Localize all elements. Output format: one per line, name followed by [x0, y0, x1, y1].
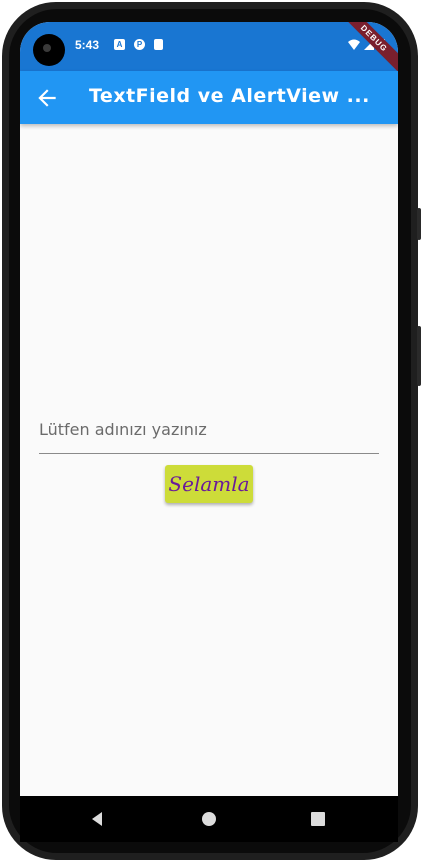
- front-camera: [33, 34, 65, 66]
- navigation-bar: [20, 796, 398, 842]
- p-notification-icon: P: [134, 39, 145, 50]
- wifi-icon: [348, 39, 360, 50]
- status-bar: 5:43 A P DEBUG: [20, 22, 398, 79]
- back-button[interactable]: [34, 85, 60, 111]
- status-time: 5:43: [75, 38, 100, 52]
- arrow-back-icon: [38, 89, 56, 107]
- name-input-field[interactable]: Lütfen adınızı yazınız: [39, 414, 379, 454]
- power-button: [417, 208, 421, 240]
- greet-button[interactable]: Selamla: [165, 465, 253, 503]
- app-bar: TextField ve AlertView ...: [20, 71, 398, 124]
- screen: 5:43 A P DEBUG TextField ve AlertView ..…: [20, 22, 398, 796]
- volume-button: [417, 326, 421, 386]
- name-input-placeholder: Lütfen adınızı yazınız: [39, 420, 207, 439]
- nav-recents-icon[interactable]: [307, 808, 329, 830]
- nav-back-icon[interactable]: [87, 808, 109, 830]
- camera-lens: [43, 44, 51, 52]
- nav-home-icon[interactable]: [198, 808, 220, 830]
- a-notification-icon: A: [114, 39, 125, 50]
- main-content: Lütfen adınızı yazınız Selamla: [20, 124, 398, 796]
- device-frame: 5:43 A P DEBUG TextField ve AlertView ..…: [0, 0, 422, 864]
- page-title: TextField ve AlertView ...: [89, 85, 370, 107]
- sd-card-icon: [154, 39, 163, 50]
